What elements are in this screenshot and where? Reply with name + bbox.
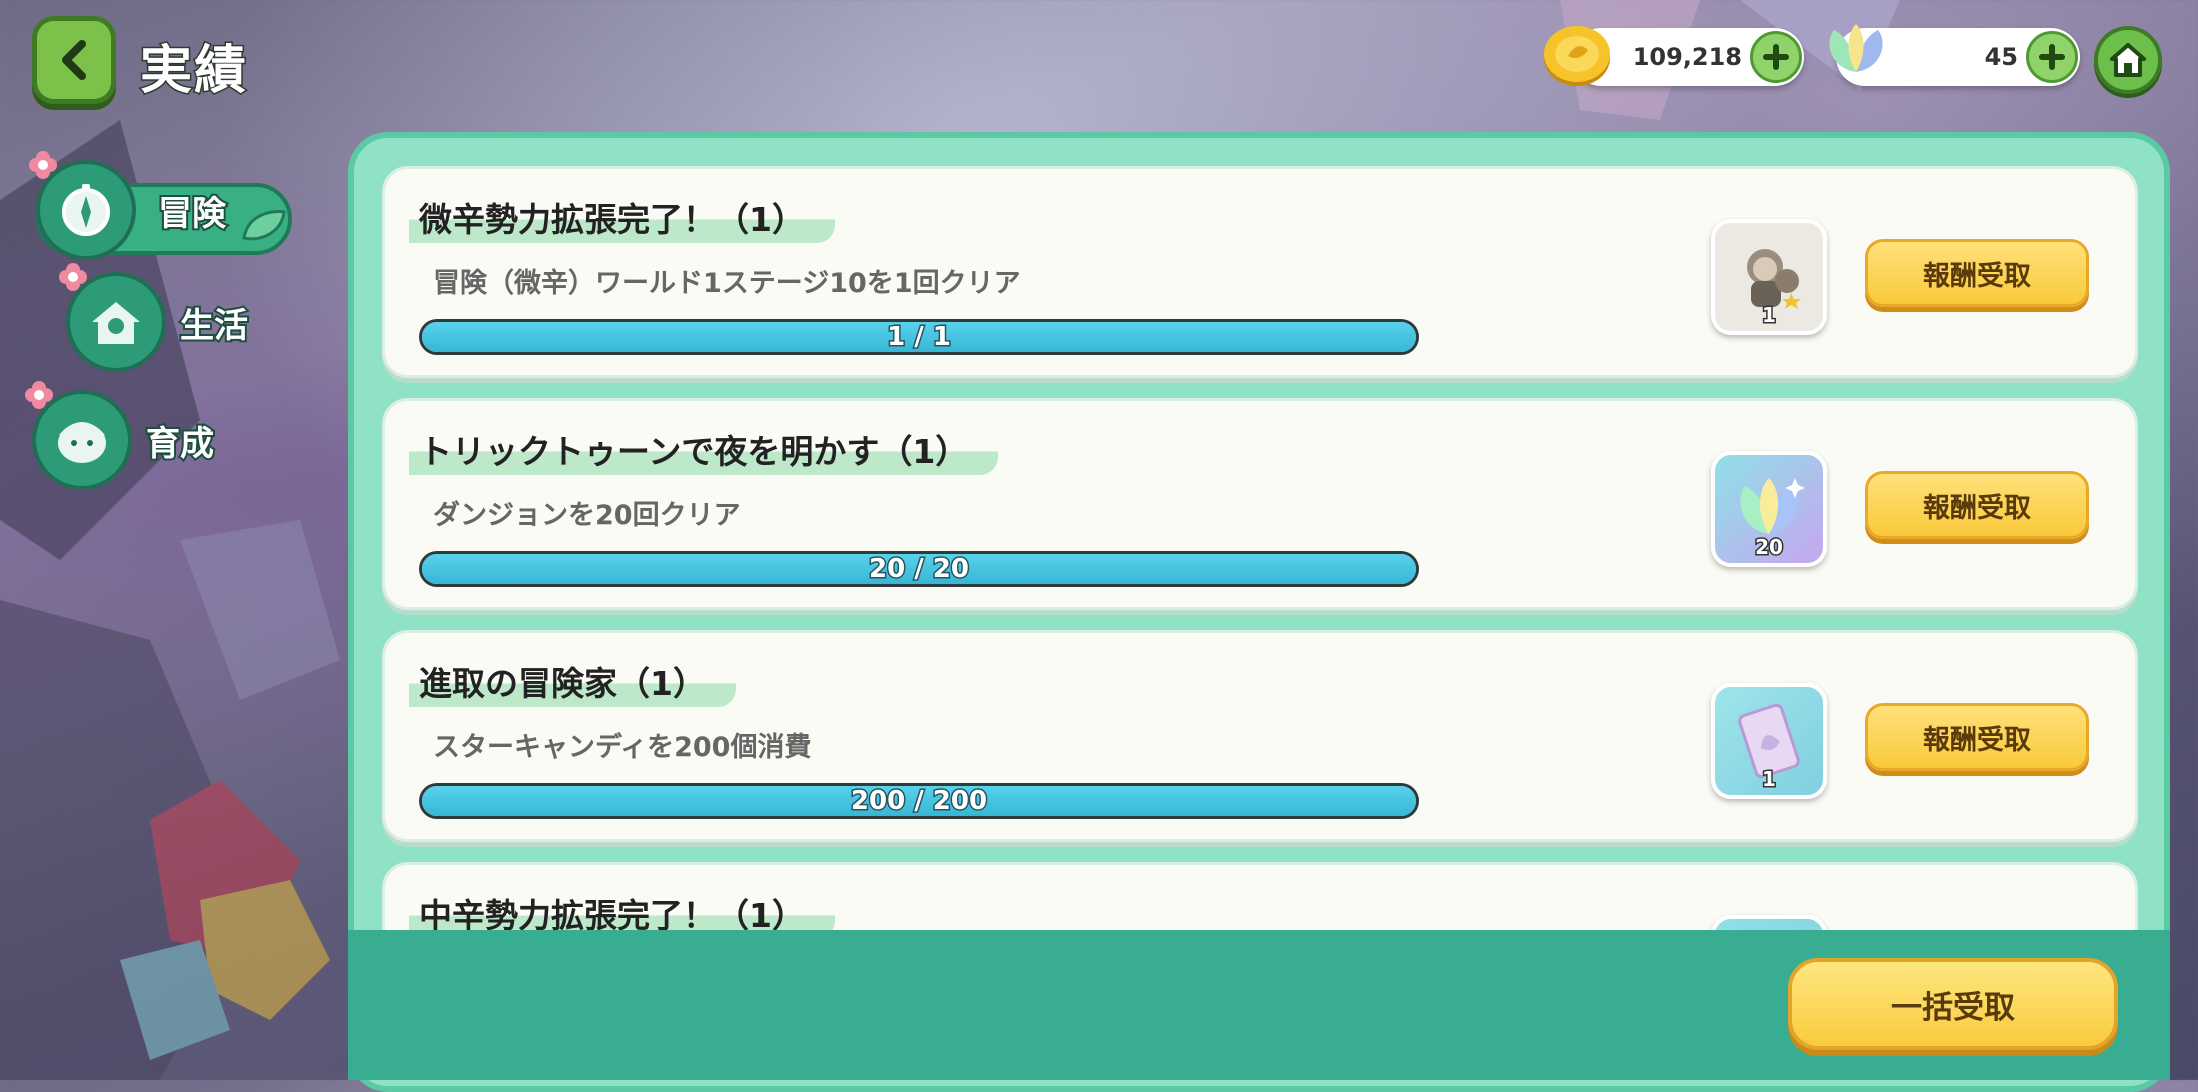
reward-item[interactable]: 1 [1711, 683, 1827, 799]
achievement-description: ダンジョンを20回クリア [433, 500, 741, 531]
flower-icon [59, 263, 87, 291]
flower-icon [29, 151, 57, 179]
achievement-card: 微辛勢力拡張完了！（1） 冒険（微辛）ワールド1ステージ10を1回クリア 1 /… [382, 166, 2138, 378]
back-button[interactable] [32, 16, 116, 104]
reward-quantity: 1 [1761, 302, 1778, 329]
sidebar-item-adventure-label: 冒険 [156, 192, 228, 236]
bulk-claim-button[interactable]: 一括受取 [1788, 958, 2118, 1050]
achievement-title: 中辛勢力拡張完了！（1） [409, 887, 835, 930]
reward-quantity: 1 [1761, 766, 1778, 793]
progress-text: 20 / 20 [868, 554, 971, 584]
coin-amount: 109,218 [1632, 43, 1742, 71]
leaf-icon [242, 210, 286, 241]
reward-item[interactable] [1711, 915, 1827, 930]
achievement-card: 中辛勢力拡張完了！（1） [382, 862, 2138, 930]
coin-icon [1544, 26, 1610, 86]
achievement-title: 進取の冒険家（1） [409, 655, 736, 707]
home-button[interactable] [2094, 26, 2162, 94]
reward-item[interactable]: 20 [1711, 451, 1827, 567]
home-icon [2110, 43, 2146, 77]
achievement-description: 冒険（微辛）ワールド1ステージ10を1回クリア [433, 268, 1021, 299]
add-leaf-gems-button[interactable] [2026, 31, 2078, 83]
progress-bar: 20 / 20 [419, 551, 1419, 587]
plus-icon [1763, 44, 1789, 70]
progress-text: 200 / 200 [849, 786, 988, 816]
reward-item[interactable]: 1 [1711, 219, 1827, 335]
page-title: 実績 [138, 40, 249, 103]
achievement-title: 微辛勢力拡張完了！（1） [409, 191, 835, 243]
plus-icon [2039, 44, 2065, 70]
claim-reward-button[interactable]: 報酬受取 [1865, 239, 2089, 307]
cookie-face-icon [58, 422, 106, 463]
achievement-description: スターキャンディを200個消費 [433, 732, 812, 763]
achievement-card: トリックトゥーンで夜を明かす（1） ダンジョンを20回クリア 20 / 20 2… [382, 398, 2138, 610]
sidebar-item-adventure[interactable]: 冒険 [29, 151, 228, 260]
house-icon [92, 302, 140, 344]
leaf-gem-amount: 45 [1984, 43, 2018, 71]
chevron-left-icon [62, 40, 86, 80]
claim-reward-button[interactable]: 報酬受取 [1865, 471, 2089, 539]
flower-icon [25, 381, 53, 409]
rainbow-leaf-icon [1829, 24, 1883, 72]
nav-training-circle [25, 381, 132, 490]
sidebar-item-life-label: 生活 [178, 304, 250, 348]
achievement-list[interactable]: 微辛勢力拡張完了！（1） 冒険（微辛）ワールド1ステージ10を1回クリア 1 /… [372, 160, 2150, 930]
nav-adventure-circle [29, 151, 136, 260]
reward-quantity: 20 [1754, 534, 1785, 561]
achievement-title: トリックトゥーンで夜を明かす（1） [409, 423, 998, 475]
add-coins-button[interactable] [1750, 31, 1802, 83]
sidebar-item-training-label: 育成 [144, 422, 216, 466]
sidebar-item-training[interactable]: 育成 [25, 381, 216, 490]
sidebar-item-life[interactable]: 生活 [59, 263, 250, 372]
progress-bar: 200 / 200 [419, 783, 1419, 819]
compass-icon [62, 184, 110, 236]
progress-bar: 1 / 1 [419, 319, 1419, 355]
progress-text: 1 / 1 [886, 322, 953, 352]
nav-life-circle [59, 263, 166, 372]
achievement-card: 進取の冒険家（1） スターキャンディを200個消費 200 / 200 1 報酬… [382, 630, 2138, 842]
claim-reward-button[interactable]: 報酬受取 [1865, 703, 2089, 771]
